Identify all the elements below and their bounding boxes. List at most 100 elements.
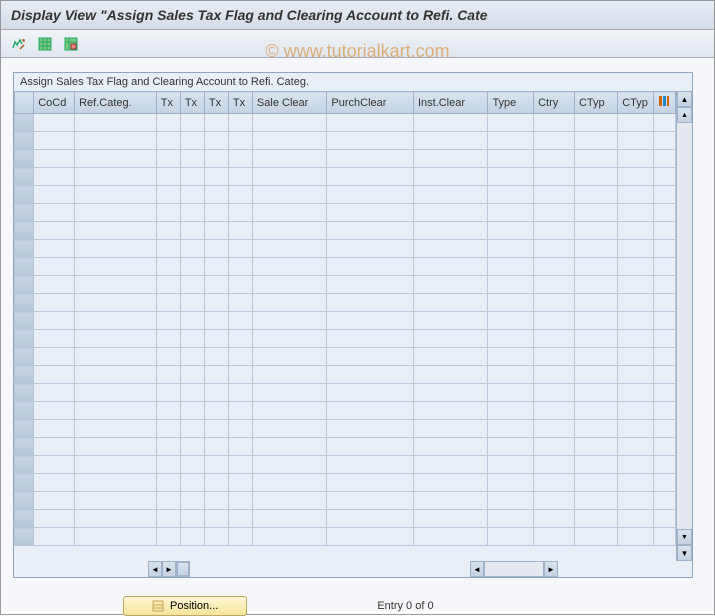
cell[interactable] (413, 456, 488, 474)
cell[interactable] (34, 168, 75, 186)
cell[interactable] (574, 384, 617, 402)
cell[interactable] (180, 510, 204, 528)
cell[interactable] (180, 240, 204, 258)
cell[interactable] (413, 330, 488, 348)
cell[interactable] (252, 456, 327, 474)
cell[interactable] (228, 492, 252, 510)
cell[interactable] (204, 384, 228, 402)
cell[interactable] (534, 330, 575, 348)
cell[interactable] (327, 294, 414, 312)
cell[interactable] (228, 474, 252, 492)
col-tx4[interactable]: Tx (228, 92, 252, 114)
cell[interactable] (75, 204, 157, 222)
cell[interactable] (534, 204, 575, 222)
cell[interactable] (618, 258, 654, 276)
cell[interactable] (488, 510, 534, 528)
cell[interactable] (34, 330, 75, 348)
cell[interactable] (654, 402, 676, 420)
cell[interactable] (327, 402, 414, 420)
cell[interactable] (488, 240, 534, 258)
cell[interactable] (534, 186, 575, 204)
cell[interactable] (75, 384, 157, 402)
cell[interactable] (252, 312, 327, 330)
cell[interactable] (618, 456, 654, 474)
cell[interactable] (327, 168, 414, 186)
cell[interactable] (252, 168, 327, 186)
configure-columns-icon[interactable] (654, 92, 676, 114)
cell[interactable] (534, 474, 575, 492)
cell[interactable] (75, 168, 157, 186)
row-selector[interactable] (15, 438, 34, 456)
table-row[interactable] (15, 492, 676, 510)
cell[interactable] (34, 528, 75, 546)
cell[interactable] (574, 420, 617, 438)
table-row[interactable] (15, 276, 676, 294)
cell[interactable] (413, 150, 488, 168)
cell[interactable] (180, 456, 204, 474)
cell[interactable] (488, 312, 534, 330)
cell[interactable] (34, 492, 75, 510)
cell[interactable] (228, 276, 252, 294)
cell[interactable] (488, 186, 534, 204)
cell[interactable] (413, 312, 488, 330)
cell[interactable] (654, 222, 676, 240)
cell[interactable] (327, 276, 414, 294)
table-row[interactable] (15, 384, 676, 402)
cell[interactable] (156, 240, 180, 258)
cell[interactable] (156, 276, 180, 294)
cell[interactable] (654, 186, 676, 204)
col-refcateg[interactable]: Ref.Categ. (75, 92, 157, 114)
cell[interactable] (156, 114, 180, 132)
cell[interactable] (574, 528, 617, 546)
cell[interactable] (413, 510, 488, 528)
cell[interactable] (654, 312, 676, 330)
cell[interactable] (75, 186, 157, 204)
cell[interactable] (156, 384, 180, 402)
table-row[interactable] (15, 402, 676, 420)
table-row[interactable] (15, 312, 676, 330)
cell[interactable] (180, 366, 204, 384)
cell[interactable] (180, 222, 204, 240)
cell[interactable] (228, 438, 252, 456)
cell[interactable] (34, 222, 75, 240)
cell[interactable] (618, 510, 654, 528)
cell[interactable] (654, 348, 676, 366)
cell[interactable] (180, 384, 204, 402)
cell[interactable] (413, 168, 488, 186)
table-row[interactable] (15, 240, 676, 258)
cell[interactable] (574, 456, 617, 474)
cell[interactable] (34, 258, 75, 276)
cell[interactable] (180, 528, 204, 546)
cell[interactable] (488, 258, 534, 276)
scroll-right-icon[interactable]: ► (162, 561, 176, 577)
table-row[interactable] (15, 204, 676, 222)
cell[interactable] (156, 168, 180, 186)
cell[interactable] (618, 420, 654, 438)
cell[interactable] (574, 258, 617, 276)
table-row[interactable] (15, 258, 676, 276)
scroll-thumb-left[interactable] (176, 561, 190, 577)
cell[interactable] (34, 186, 75, 204)
cell[interactable] (534, 456, 575, 474)
cell[interactable] (252, 276, 327, 294)
row-selector[interactable] (15, 474, 34, 492)
cell[interactable] (75, 276, 157, 294)
cell[interactable] (228, 132, 252, 150)
cell[interactable] (75, 330, 157, 348)
cell[interactable] (75, 510, 157, 528)
cell[interactable] (534, 168, 575, 186)
cell[interactable] (156, 132, 180, 150)
cell[interactable] (156, 258, 180, 276)
cell[interactable] (488, 420, 534, 438)
cell[interactable] (252, 366, 327, 384)
cell[interactable] (534, 258, 575, 276)
cell[interactable] (488, 384, 534, 402)
cell[interactable] (327, 132, 414, 150)
cell[interactable] (228, 456, 252, 474)
cell[interactable] (34, 366, 75, 384)
cell[interactable] (488, 348, 534, 366)
cell[interactable] (488, 474, 534, 492)
table-row[interactable] (15, 330, 676, 348)
cell[interactable] (574, 132, 617, 150)
cell[interactable] (204, 132, 228, 150)
